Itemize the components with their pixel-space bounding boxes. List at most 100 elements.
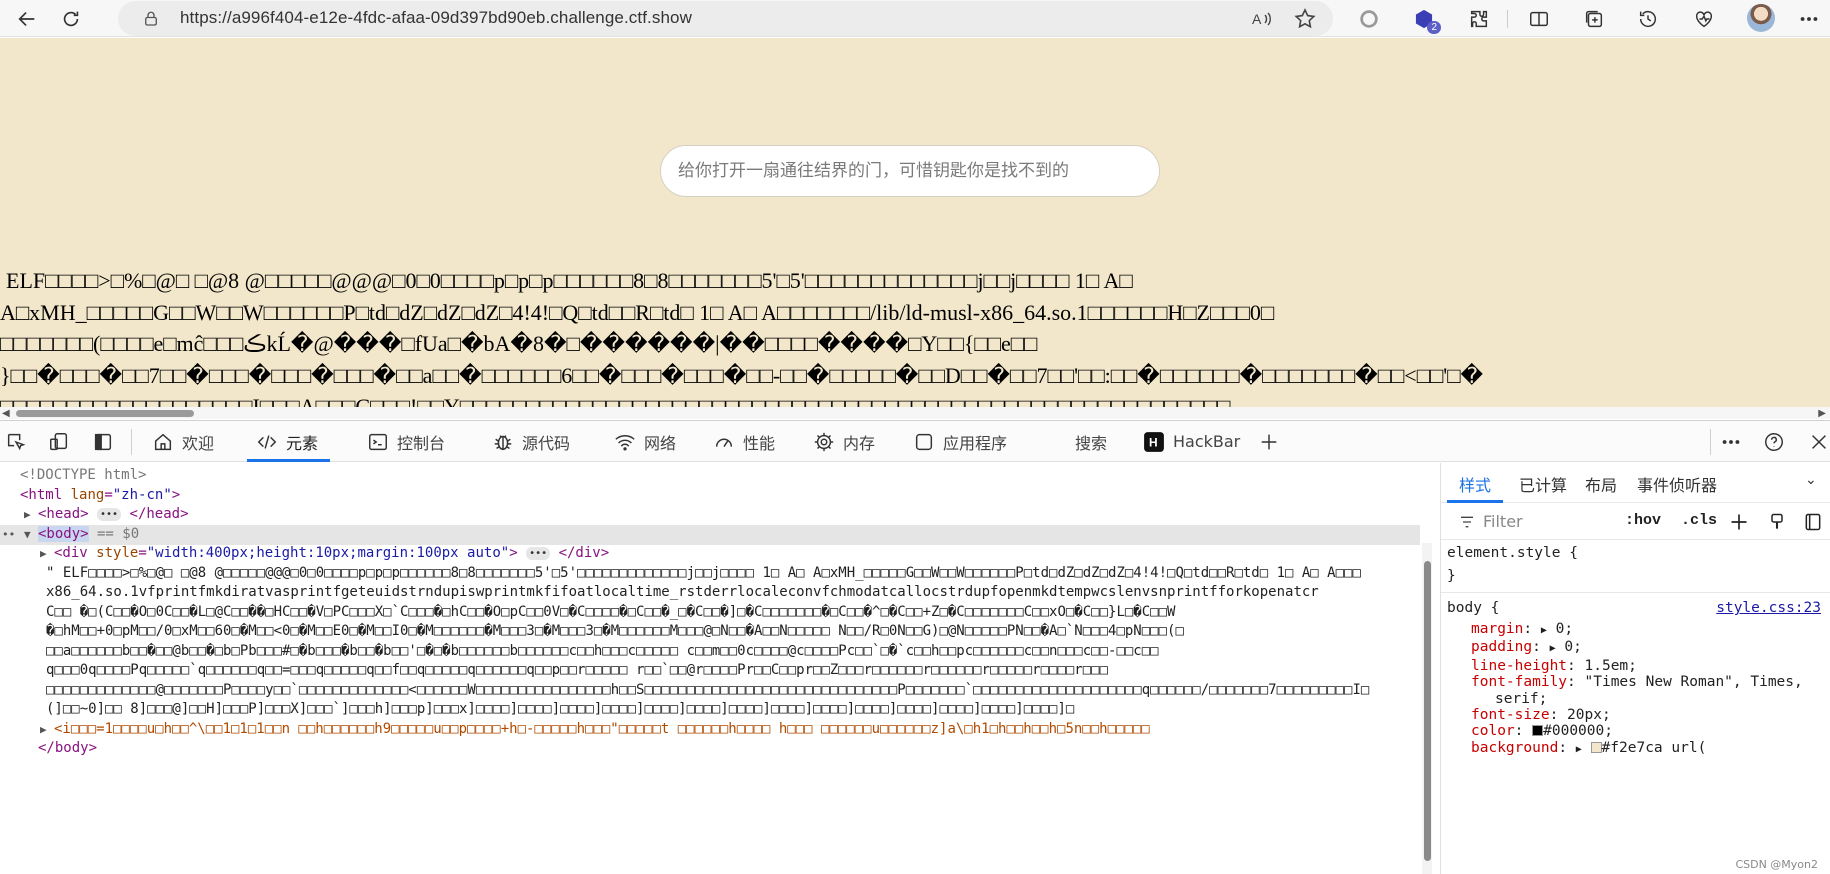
dock-side-button[interactable]: [92, 421, 122, 462]
scroll-right-arrow-icon[interactable]: ▶: [1818, 408, 1826, 419]
url-text[interactable]: https://a996f404-e12e-4fdc-afaa-09d397bd…: [180, 8, 692, 28]
dom-div-node[interactable]: ▶ <div style="width:400px;height:10px;mar…: [40, 544, 1432, 564]
expand-triangle-icon[interactable]: ▶: [40, 720, 54, 740]
dom-body-node[interactable]: •• ▼ <body> == $0: [0, 525, 1420, 545]
ellipsis-badge[interactable]: •••: [526, 547, 551, 560]
dom-head-node[interactable]: ▶ <head> ••• </head>: [24, 505, 1432, 525]
help-button[interactable]: [1763, 421, 1793, 462]
css-prop-line[interactable]: font-size: 20px;: [1471, 707, 1827, 723]
color-swatch[interactable]: [1590, 741, 1602, 753]
inspect-element-button[interactable]: [5, 421, 35, 462]
devtools-panel: 欢迎 元素 控制台 源代码 网络 性能 内存 应用程序 搜索 H HackBar…: [0, 420, 1830, 874]
tab-memory[interactable]: 内存: [813, 421, 875, 462]
elements-vertical-scrollbar[interactable]: [1422, 543, 1432, 874]
dom-text-line[interactable]: C□□ �□(C□□�O□0C□□�L□@C□□��□HC□□�V□PC□□□X…: [46, 603, 1432, 623]
extensions-button[interactable]: [1465, 5, 1493, 33]
elements-tree: <!DOCTYPE html> <html lang="zh-cn"> ▶ <he…: [0, 463, 1432, 874]
back-button[interactable]: [10, 2, 44, 36]
rule-selector: element.style {: [1447, 545, 1578, 561]
tab-welcome[interactable]: 欢迎: [152, 421, 214, 462]
attr-name: style: [96, 545, 139, 561]
address-bar[interactable]: https://a996f404-e12e-4fdc-afaa-09d397bd…: [118, 1, 1333, 36]
dom-body-close[interactable]: </body>: [38, 739, 1432, 759]
favorite-star-icon[interactable]: [1293, 7, 1317, 31]
hov-button[interactable]: :hov: [1625, 512, 1661, 529]
profile-avatar[interactable]: [1747, 4, 1775, 32]
inspect-icon: [7, 433, 26, 450]
css-prop-line[interactable]: padding: ▶ 0;: [1471, 639, 1827, 657]
extension-cube-button[interactable]: 2: [1410, 5, 1441, 34]
add-tab-button[interactable]: [1258, 421, 1288, 462]
dom-i-node[interactable]: ▶ <i□□□=1□□□□u□h□□^\□□1□1□1□□n □□h□□□□□□h…: [40, 720, 1432, 740]
more-menu-button[interactable]: [1795, 5, 1823, 33]
expand-triangle-icon[interactable]: ▶: [24, 505, 38, 525]
tag-text: <div: [54, 545, 88, 561]
scrollbar-thumb[interactable]: [16, 410, 194, 417]
tab-network[interactable]: 网络: [614, 421, 676, 462]
read-aloud-icon[interactable]: A: [1250, 7, 1274, 31]
tab-search[interactable]: 搜索: [1075, 421, 1107, 462]
dom-text-line[interactable]: (]□□~0]□□ 8]□□□@]□□H]□□□P]□□□X]□□□`]□□□h…: [46, 700, 1432, 720]
rule-selector: body {: [1447, 600, 1500, 616]
tab-console[interactable]: 控制台: [367, 421, 445, 462]
ellipsis-badge[interactable]: •••: [97, 508, 122, 521]
dom-text-line[interactable]: □□□□□□□□□□□□□@□□□□□□□P□□□□y□□`□□□□□□□□□□…: [46, 681, 1432, 701]
attr-value: "width:400px;height:10px;margin:100px au…: [146, 545, 510, 561]
dom-text-line[interactable]: �□hM□□+0□pM□□/0□xM□□60□�M□□<0□�M□□E0□�M□…: [46, 622, 1432, 642]
sidebar-icon: [94, 433, 112, 450]
cls-button[interactable]: .cls: [1681, 512, 1717, 529]
css-prop-line[interactable]: color: #000000;: [1471, 723, 1827, 739]
close-devtools-button[interactable]: [1808, 421, 1830, 462]
dom-text-line[interactable]: " ELF□□□□>□%□@□ □@8 @□□□□□@@@□0□0□□□□p□p…: [46, 564, 1432, 584]
styles-toolbar: Filter :hov .cls: [1441, 504, 1830, 540]
paint-brush-icon[interactable]: [1767, 511, 1787, 533]
expand-triangle-icon[interactable]: ▶: [40, 544, 54, 564]
css-prop-line[interactable]: background: ▶ #f2e7ca url(: [1471, 740, 1827, 758]
toolbar-divider: [1507, 10, 1508, 28]
dots-marker: ••: [2, 528, 16, 541]
dom-html-node[interactable]: <html lang="zh-cn">: [20, 486, 1432, 506]
toggle-sidebar-icon[interactable]: [1803, 511, 1823, 533]
source-link[interactable]: style.css:23: [1716, 600, 1821, 616]
tab-computed[interactable]: 已计算: [1519, 472, 1567, 496]
extension-circle-icon[interactable]: [1355, 5, 1383, 33]
horizontal-scrollbar[interactable]: ◀ ▶: [0, 407, 1830, 419]
tab-layout[interactable]: 布局: [1585, 472, 1617, 496]
dom-doctype[interactable]: <!DOCTYPE html>: [20, 466, 1432, 486]
element-style-rule[interactable]: element.style {: [1447, 545, 1827, 565]
browser-essentials-button[interactable]: [1690, 5, 1718, 33]
styles-filter-input[interactable]: Filter: [1455, 510, 1605, 534]
collections-button[interactable]: [1580, 5, 1608, 33]
tab-label: 元素: [286, 433, 319, 453]
search-input[interactable]: 给你打开一扇通往结界的门，可惜钥匙你是找不到的: [660, 145, 1160, 197]
dom-text-line[interactable]: □□a□□□□□□b□□�□□@b□□�□b□Pb□□□#□�b□□□�b□□�…: [46, 642, 1432, 662]
styles-tab-bar: 样式 已计算 布局 事件侦听器 ⌄: [1441, 463, 1830, 503]
scroll-left-arrow-icon[interactable]: ◀: [2, 408, 10, 419]
tab-elements[interactable]: 元素: [246, 421, 331, 462]
tab-event-listeners[interactable]: 事件侦听器: [1637, 472, 1717, 496]
dom-text-line[interactable]: q□□□0q□□□□Pq□□□□□`q□□□□□□q□□=□□□q□□□□□q□…: [46, 661, 1432, 681]
history-button[interactable]: [1634, 5, 1662, 33]
tab-label: 欢迎: [182, 433, 215, 453]
tab-styles[interactable]: 样式: [1446, 472, 1504, 503]
color-swatch[interactable]: [1532, 725, 1544, 737]
css-prop-line[interactable]: font-family: "Times New Roman", Times,: [1471, 674, 1827, 690]
binary-line: }□□�□□□�□□7□□�□□□�□□□�□□□�□□a□□�□□□□□□6□…: [0, 362, 1484, 388]
new-rule-plus-icon[interactable]: [1729, 512, 1749, 532]
device-emulation-button[interactable]: [48, 421, 78, 462]
tag-text: <head>: [38, 506, 89, 522]
css-prop-line[interactable]: line-height: 1.5em;: [1471, 658, 1827, 674]
devtools-more-button[interactable]: [1720, 421, 1750, 462]
collapse-triangle-icon[interactable]: ▼: [24, 525, 38, 545]
tab-performance[interactable]: 性能: [713, 421, 775, 462]
refresh-button[interactable]: [54, 2, 88, 36]
css-prop-line[interactable]: margin: ▶ 0;: [1471, 621, 1827, 639]
dom-text-line[interactable]: x86_64.so.1vfprintfmkdiratvasprintfgeteu…: [46, 583, 1432, 603]
tab-hackbar[interactable]: H HackBar: [1143, 421, 1240, 462]
split-screen-button[interactable]: [1525, 5, 1553, 33]
tab-application[interactable]: 应用程序: [913, 421, 1007, 462]
chevron-down-icon[interactable]: ⌄: [1805, 472, 1817, 488]
body-rule-header[interactable]: body { style.css:23: [1447, 593, 1827, 621]
scrollbar-thumb[interactable]: [1424, 561, 1431, 861]
tab-sources[interactable]: 源代码: [492, 421, 570, 462]
